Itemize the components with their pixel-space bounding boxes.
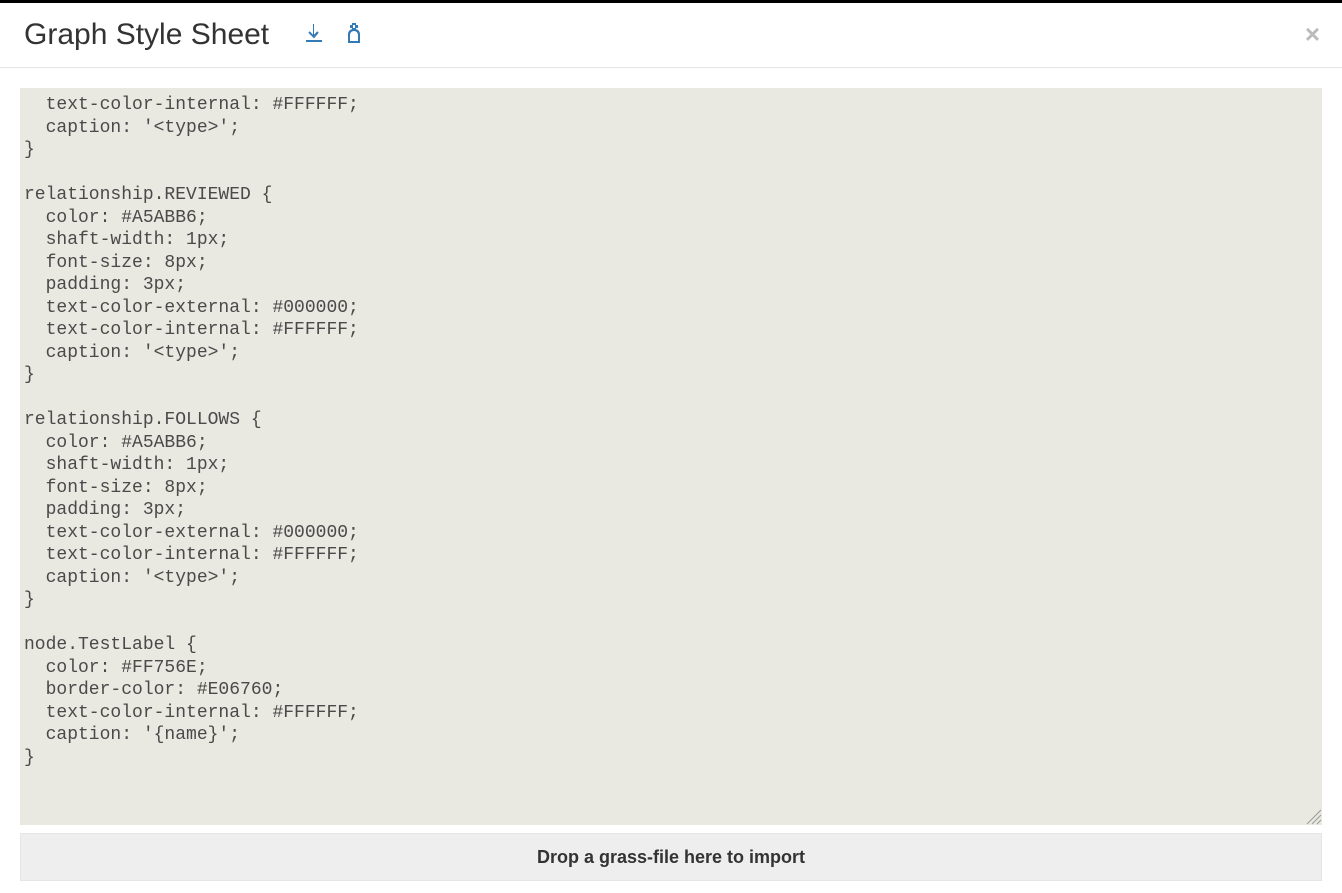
grass-code-editor[interactable] — [20, 88, 1322, 825]
download-icon — [302, 21, 326, 50]
modal-header: Graph Style Sheet × — [0, 3, 1342, 68]
graph-style-sheet-modal: Graph Style Sheet × — [0, 0, 1342, 893]
import-dropzone[interactable]: Drop a grass-file here to import — [20, 833, 1322, 881]
modal-body: Drop a grass-file here to import — [0, 68, 1342, 893]
code-editor-wrap — [20, 88, 1322, 825]
close-icon: × — [1305, 19, 1320, 49]
reset-style-button[interactable] — [337, 18, 371, 52]
download-button[interactable] — [297, 18, 331, 52]
close-button[interactable]: × — [1305, 21, 1320, 47]
modal-title: Graph Style Sheet — [24, 18, 269, 52]
fire-extinguisher-icon — [342, 21, 366, 50]
dropzone-label: Drop a grass-file here to import — [537, 847, 805, 868]
